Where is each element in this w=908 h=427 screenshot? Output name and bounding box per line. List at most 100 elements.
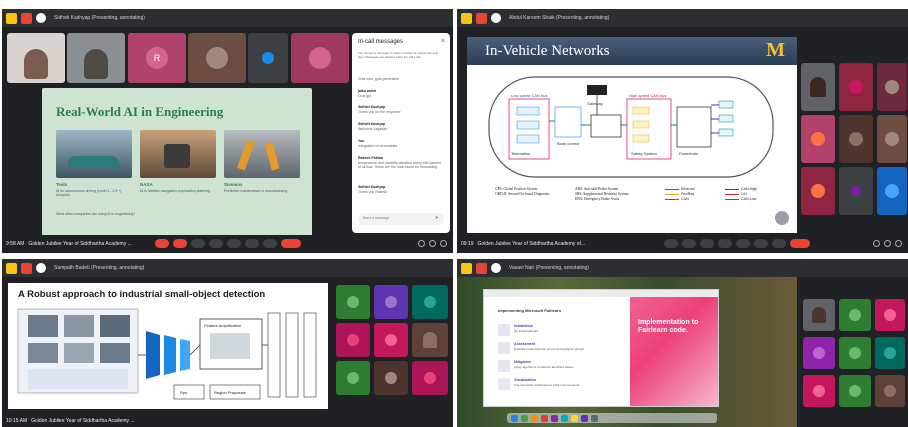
- participant-tile[interactable]: [877, 167, 907, 215]
- participant-tile[interactable]: [839, 375, 871, 407]
- participant-tile[interactable]: [336, 361, 370, 395]
- send-icon[interactable]: ➤: [435, 215, 439, 221]
- more-options-button[interactable]: [771, 239, 786, 248]
- participant-tile[interactable]: [877, 63, 907, 111]
- info-icon[interactable]: [873, 240, 880, 247]
- slide-accent-title: Implementation to Fairlearn code.: [638, 319, 699, 334]
- leave-call-button[interactable]: [280, 239, 301, 248]
- slide-question: What other companies are using AI in eng…: [56, 212, 136, 216]
- participant-tile[interactable]: [803, 337, 835, 369]
- message-text: Chat gpt: [358, 94, 372, 98]
- participant-tile[interactable]: [801, 167, 835, 215]
- meeting-time: 10:15 AM: [6, 418, 28, 424]
- dock-app-icon[interactable]: [541, 414, 548, 422]
- meeting-controls-bar: 9:58 AM Golden Jubilee Year of Siddharth…: [2, 235, 453, 253]
- participant-tile[interactable]: [803, 375, 835, 407]
- participant-tile[interactable]: [839, 167, 873, 215]
- dock-app-icon[interactable]: [561, 414, 568, 422]
- participant-tile[interactable]: [877, 115, 907, 163]
- participant-tile[interactable]: [801, 63, 835, 111]
- participant-avatar: [811, 184, 825, 198]
- participant-tile[interactable]: [336, 285, 370, 319]
- raise-hand-button[interactable]: [244, 239, 259, 248]
- step-icon: [498, 342, 510, 354]
- dock-app-icon[interactable]: [531, 414, 538, 422]
- mic-button[interactable]: [663, 239, 678, 248]
- mic-off-button[interactable]: [154, 239, 169, 248]
- step-title: Assessment: [514, 342, 536, 346]
- participant-tile[interactable]: [839, 115, 873, 163]
- dock-app-icon[interactable]: [521, 414, 528, 422]
- camera-off-button[interactable]: [172, 239, 187, 248]
- participant-video: [24, 49, 48, 79]
- emoji-button[interactable]: [717, 239, 732, 248]
- participant-tile[interactable]: [803, 299, 835, 331]
- participant-tile[interactable]: [875, 337, 905, 369]
- presenter-avatar-icon: [491, 263, 501, 273]
- participant-tile[interactable]: [67, 33, 125, 83]
- messages-title: In-call messages: [358, 39, 404, 45]
- participant-tile[interactable]: [374, 285, 408, 319]
- present-button[interactable]: [735, 239, 750, 248]
- participant-tile[interactable]: [374, 323, 408, 357]
- participant-tile[interactable]: [801, 115, 835, 163]
- participant-tile[interactable]: [875, 299, 905, 331]
- dock-app-icon[interactable]: [591, 414, 598, 422]
- participant-avatar: [884, 385, 896, 397]
- more-options-button[interactable]: [262, 239, 277, 248]
- present-button[interactable]: [226, 239, 241, 248]
- people-icon[interactable]: [884, 240, 891, 247]
- legend-text: CAN: [681, 197, 689, 201]
- step-icon: [498, 324, 510, 336]
- dock-app-icon[interactable]: [581, 414, 588, 422]
- leave-call-button[interactable]: [789, 239, 810, 248]
- participant-avatar: [424, 296, 436, 308]
- people-icon[interactable]: [429, 240, 436, 247]
- message-input-placeholder: Send a message: [363, 216, 390, 220]
- participant-tile[interactable]: [374, 361, 408, 395]
- chat-icon[interactable]: [895, 240, 902, 247]
- message-input[interactable]: Send a message ➤: [358, 213, 444, 225]
- participant-tile[interactable]: [412, 285, 448, 319]
- presenter-title: Sampath Badeti (Presenting, annotating): [54, 265, 145, 271]
- step-icon: [498, 378, 510, 390]
- dock-app-icon[interactable]: [571, 414, 578, 422]
- raise-hand-button[interactable]: [753, 239, 768, 248]
- participant-avatar: [885, 184, 899, 198]
- record-icon: [476, 12, 487, 24]
- participant-tile[interactable]: [839, 299, 871, 331]
- participant-tile[interactable]: [839, 63, 873, 111]
- window-toolbar: [484, 290, 718, 297]
- participant-tile[interactable]: [248, 33, 288, 83]
- participant-tile[interactable]: [412, 323, 448, 357]
- participant-tile[interactable]: [839, 337, 871, 369]
- close-icon[interactable]: ×: [441, 38, 445, 45]
- zoom-icon[interactable]: [775, 211, 789, 225]
- captions-button[interactable]: [190, 239, 205, 248]
- chat-icon[interactable]: [440, 240, 447, 247]
- participant-tile[interactable]: [291, 33, 349, 83]
- meet-logo-icon: [461, 262, 472, 274]
- participant-tile[interactable]: [875, 375, 905, 407]
- legend-network-types-2: CAN-High LIN CAN-Low: [725, 187, 757, 202]
- presenter-title: Sidheti Kashyap (Presenting, annotating): [54, 15, 145, 21]
- box-region-proposals: Region Proposals: [214, 390, 246, 395]
- dock-app-icon[interactable]: [511, 414, 518, 422]
- participant-avatar: [849, 347, 861, 359]
- captions-button[interactable]: [699, 239, 714, 248]
- participant-avatar: [811, 132, 825, 146]
- camera-button[interactable]: [681, 239, 696, 248]
- participant-tile[interactable]: [412, 361, 448, 395]
- dock-app-icon[interactable]: [551, 414, 558, 422]
- title-bar: Sampath Badeti (Presenting, annotating): [2, 259, 453, 277]
- box-rpn: Rpn: [180, 390, 187, 395]
- participant-tile[interactable]: [336, 323, 370, 357]
- info-icon[interactable]: [418, 240, 425, 247]
- participant-tile[interactable]: [188, 33, 246, 83]
- emoji-button[interactable]: [208, 239, 223, 248]
- participant-tile[interactable]: R: [128, 33, 186, 83]
- participant-avatar: [347, 334, 359, 346]
- message-text: Thank you Rakesh: [358, 190, 388, 194]
- messages-notice: You can pin a message to make it visible…: [358, 51, 439, 59]
- participant-tile[interactable]: [7, 33, 65, 83]
